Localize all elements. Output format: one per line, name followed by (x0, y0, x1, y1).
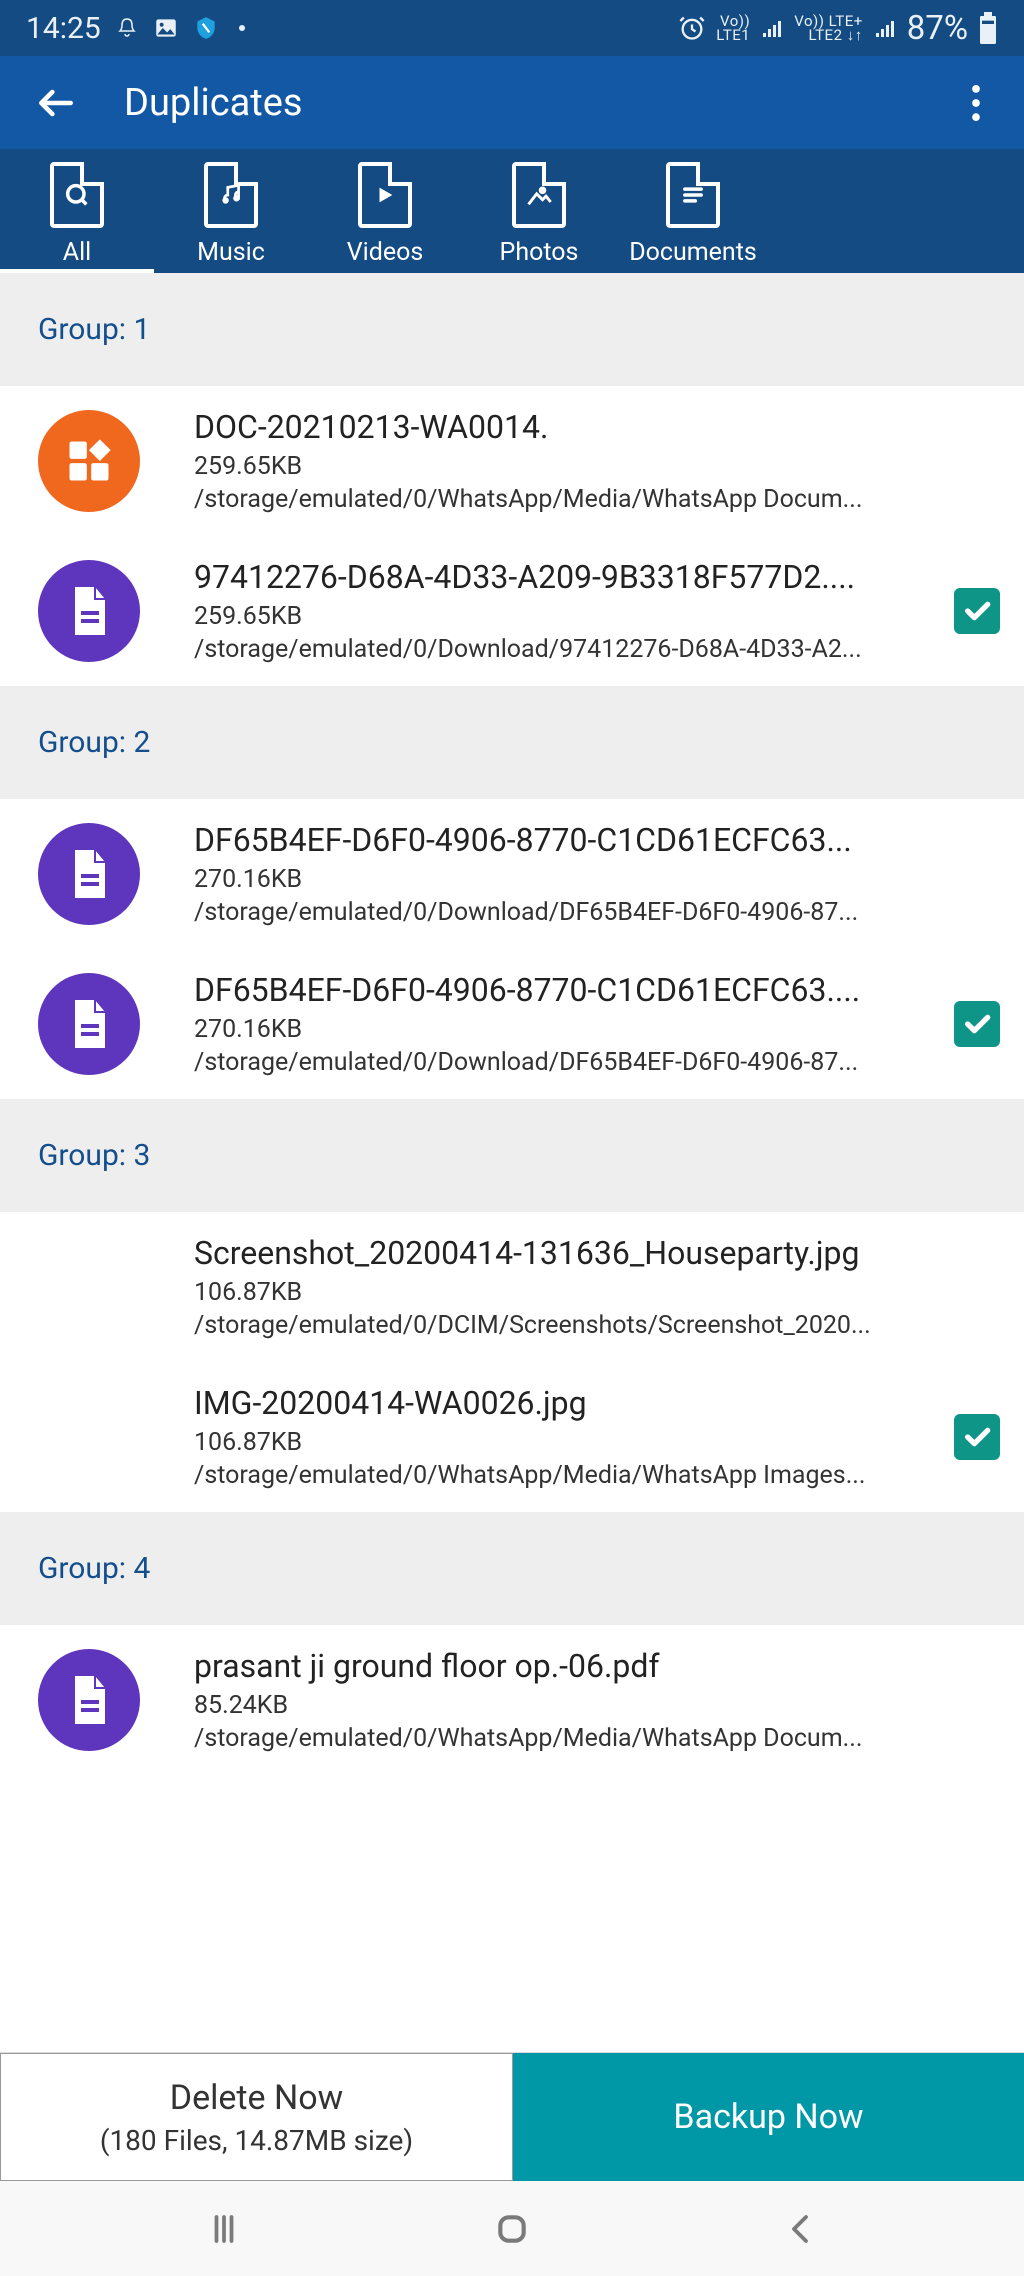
selected-checkbox[interactable] (954, 588, 1000, 634)
file-item[interactable]: DF65B4EF-D6F0-4906-8770-C1CD61ECFC63....… (0, 949, 1024, 1099)
clock: 14:25 (26, 11, 101, 46)
more-notifications-dot (239, 25, 245, 31)
file-size: 106.87KB (194, 1278, 942, 1307)
tab-label: Music (197, 238, 265, 267)
gallery-icon (153, 15, 179, 41)
signal2-icon (873, 16, 897, 40)
back-button[interactable] (24, 71, 88, 135)
tab-label: Documents (629, 238, 757, 267)
file-path: /storage/emulated/0/DCIM/Screenshots/Scr… (194, 1311, 942, 1340)
sim1-label: Vo))LTE1 (716, 14, 750, 42)
file-type-icon (38, 973, 140, 1075)
sim2-label: Vo)) LTE+LTE2 ↓↑ (794, 14, 862, 42)
delete-label: Delete Now (170, 2078, 343, 2118)
system-nav-bar (0, 2181, 1024, 2276)
tab-label: All (63, 238, 91, 267)
file-size: 270.16KB (194, 865, 942, 894)
selected-checkbox[interactable] (954, 1414, 1000, 1460)
video-icon (358, 162, 412, 228)
notification-icon (115, 16, 139, 40)
tab-documents[interactable]: Documents (616, 149, 770, 273)
photo-icon (512, 162, 566, 228)
app-bar: Duplicates (0, 56, 1024, 149)
delete-button[interactable]: Delete Now (180 Files, 14.87MB size) (0, 2053, 513, 2181)
file-type-icon (38, 1649, 140, 1751)
overflow-menu-button[interactable] (952, 71, 1000, 135)
file-name: DF65B4EF-D6F0-4906-8770-C1CD61ECFC63... (194, 821, 942, 859)
file-path: /storage/emulated/0/WhatsApp/Media/Whats… (194, 1724, 942, 1753)
file-path: /storage/emulated/0/WhatsApp/Media/Whats… (194, 485, 942, 514)
file-item[interactable]: DOC-20210213-WA0014. 259.65KB/storage/emu… (0, 386, 1024, 536)
recents-button[interactable] (196, 2201, 252, 2257)
group-header: Group: 2 (0, 686, 1024, 799)
file-type-icon (38, 560, 140, 662)
group-header: Group: 4 (0, 1512, 1024, 1625)
file-item[interactable]: IMG-20200414-WA0026.jpg 106.87KB/storage/… (0, 1362, 1024, 1512)
file-path: /storage/emulated/0/Download/DF65B4EF-D6… (194, 1048, 942, 1077)
document-icon (666, 162, 720, 228)
all-icon (50, 162, 104, 228)
page-title: Duplicates (124, 81, 952, 125)
file-name: prasant ji ground floor op.-06.pdf (194, 1647, 942, 1685)
file-name: IMG-20200414-WA0026.jpg (194, 1384, 942, 1422)
file-path: /storage/emulated/0/WhatsApp/Media/Whats… (194, 1461, 942, 1490)
file-size: 106.87KB (194, 1428, 942, 1457)
file-name: DOC-20210213-WA0014. (194, 408, 942, 446)
android-back-button[interactable] (772, 2201, 828, 2257)
selected-checkbox[interactable] (954, 1001, 1000, 1047)
file-size: 259.65KB (194, 452, 942, 481)
action-footer: Delete Now (180 Files, 14.87MB size) Bac… (0, 2052, 1024, 2181)
tab-photos[interactable]: Photos (462, 149, 616, 273)
tab-all[interactable]: All (0, 149, 154, 273)
file-name: Screenshot_20200414-131636_Houseparty.jp… (194, 1234, 942, 1272)
battery-icon (978, 12, 998, 44)
file-size: 85.24KB (194, 1691, 942, 1720)
file-name: DF65B4EF-D6F0-4906-8770-C1CD61ECFC63.... (194, 971, 942, 1009)
category-tabs: All Music Videos Photos Documents (0, 149, 1024, 273)
alarm-icon (678, 14, 706, 42)
backup-button[interactable]: Backup Now (513, 2053, 1024, 2181)
tab-videos[interactable]: Videos (308, 149, 462, 273)
file-item[interactable]: Screenshot_20200414-131636_Houseparty.jp… (0, 1212, 1024, 1362)
duplicates-list[interactable]: Group: 1 DOC-20210213-WA0014. 259.65KB/sto… (0, 273, 1024, 2052)
group-header: Group: 3 (0, 1099, 1024, 1212)
app-notification-icon (193, 15, 219, 41)
delete-sublabel: (180 Files, 14.87MB size) (100, 2124, 413, 2157)
file-name: 97412276-D68A-4D33-A209-9B3318F577D2.... (194, 558, 942, 596)
file-size: 270.16KB (194, 1015, 942, 1044)
file-type-icon (38, 823, 140, 925)
tab-music[interactable]: Music (154, 149, 308, 273)
file-item[interactable]: DF65B4EF-D6F0-4906-8770-C1CD61ECFC63... 2… (0, 799, 1024, 949)
status-bar: 14:25 Vo))LTE1 Vo)) LTE+LTE2 ↓↑ 87% (0, 0, 1024, 56)
backup-label: Backup Now (673, 2097, 863, 2137)
signal1-icon (760, 16, 784, 40)
file-item[interactable]: prasant ji ground floor op.-06.pdf 85.24K… (0, 1625, 1024, 1775)
file-path: /storage/emulated/0/Download/DF65B4EF-D6… (194, 898, 942, 927)
file-path: /storage/emulated/0/Download/97412276-D6… (194, 635, 942, 664)
file-thumbnail (38, 1236, 140, 1338)
tab-label: Photos (500, 238, 579, 267)
tab-label: Videos (347, 238, 424, 267)
file-size: 259.65KB (194, 602, 942, 631)
battery-percent: 87% (907, 9, 968, 48)
home-button[interactable] (484, 2201, 540, 2257)
file-item[interactable]: 97412276-D68A-4D33-A209-9B3318F577D2....… (0, 536, 1024, 686)
file-type-icon (38, 410, 140, 512)
music-icon (204, 162, 258, 228)
file-thumbnail (38, 1386, 140, 1488)
group-header: Group: 1 (0, 273, 1024, 386)
